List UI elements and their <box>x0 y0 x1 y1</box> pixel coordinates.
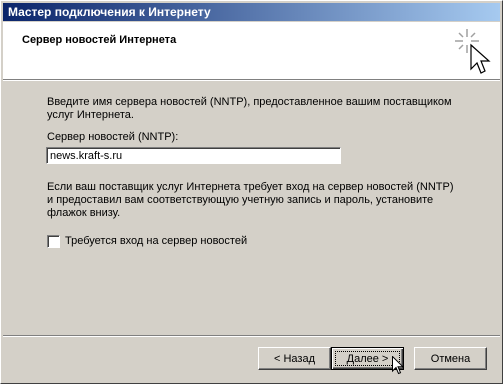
info-text-line3: флажок внизу. <box>47 207 121 219</box>
back-button[interactable]: < Назад <box>258 347 331 370</box>
page-title: Сервер новостей Интернета <box>22 34 177 46</box>
wizard-header: Сервер новостей Интернета <box>3 22 500 79</box>
intro-text-line1: Введите имя сервера новостей (NNTP), пре… <box>47 96 452 108</box>
header-divider <box>3 79 500 81</box>
intro-text-line2: услуг Интернета. <box>47 109 134 121</box>
cancel-button[interactable]: Отмена <box>414 347 487 370</box>
wizard-window: Мастер подключения к Интернету Сервер но… <box>0 0 503 384</box>
mouse-pointer-icon <box>392 356 404 375</box>
wizard-sparkle-cursor-icon <box>455 29 491 74</box>
focus-rectangle <box>335 351 400 366</box>
logon-required-checkbox[interactable] <box>47 235 60 248</box>
info-text-line1: Если ваш поставщик услуг Интернета требу… <box>47 181 454 193</box>
news-server-input[interactable] <box>46 147 341 164</box>
title-bar[interactable]: Мастер подключения к Интернету <box>3 3 500 21</box>
window-title: Мастер подключения к Интернету <box>8 5 211 19</box>
server-label: Сервер новостей (NNTP): <box>47 131 179 143</box>
info-text-line2: и предоставил вам соответствующую учетну… <box>47 194 434 206</box>
logon-required-label[interactable]: Требуется вход на сервер новостей <box>65 235 247 248</box>
footer-divider <box>3 335 500 337</box>
